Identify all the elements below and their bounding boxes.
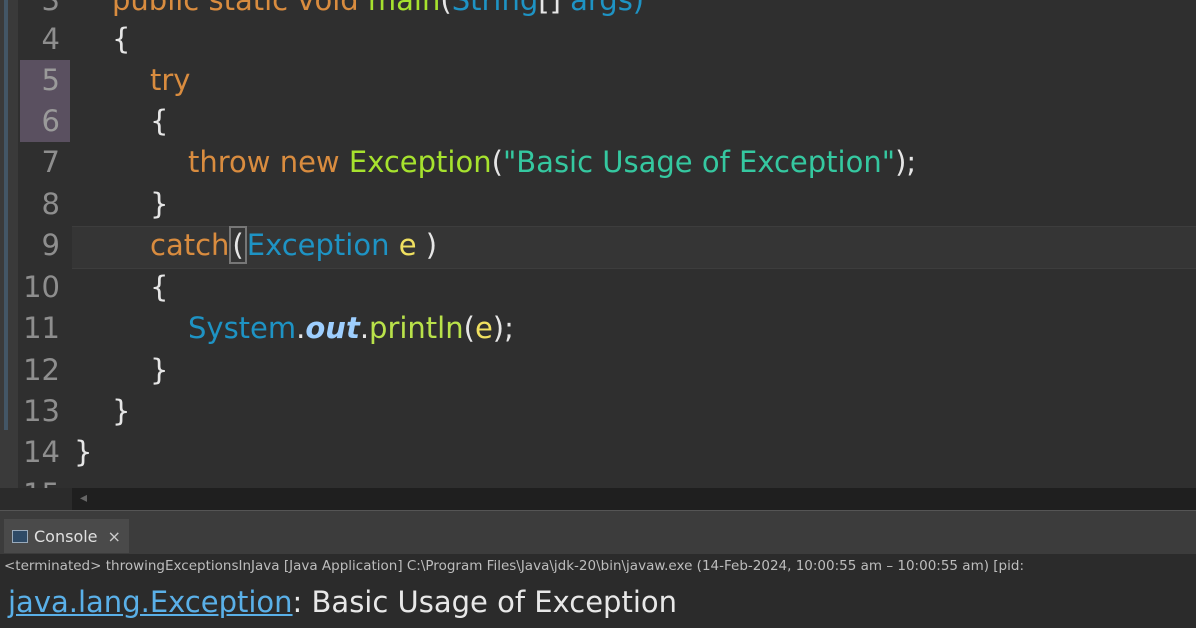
line-number: 6 bbox=[20, 101, 70, 142]
code-line-14[interactable]: } bbox=[74, 432, 92, 473]
line-number: 13 bbox=[23, 394, 60, 428]
line-number: 8 bbox=[41, 187, 60, 221]
token: main bbox=[367, 0, 441, 17]
code-line-10[interactable]: { bbox=[150, 267, 168, 308]
console-tab-bar: Console × bbox=[0, 510, 1196, 555]
code-line-12[interactable]: } bbox=[150, 350, 168, 391]
text-cursor: ( bbox=[229, 226, 247, 264]
line-number-ruler: 3 4 5 6 7 8 9 10 11 12 13 14 15 bbox=[18, 0, 70, 488]
token: ); bbox=[895, 145, 917, 179]
editor-gutter bbox=[0, 0, 18, 488]
code-line-7[interactable]: throw new Exception("Basic Usage of Exce… bbox=[188, 142, 916, 183]
token: args) bbox=[560, 0, 645, 17]
line-number: 5 bbox=[20, 60, 70, 101]
token: Exception bbox=[246, 228, 390, 262]
code-line-6[interactable]: { bbox=[150, 101, 168, 142]
console-output: java.lang.Exception: Basic Usage of Exce… bbox=[0, 580, 1196, 628]
code-line-3[interactable]: public static void main(String[] args) bbox=[112, 0, 644, 21]
token: ( bbox=[440, 0, 452, 17]
console-status-line: <terminated> throwingExceptionsInJava [J… bbox=[0, 554, 1196, 578]
token: throw new bbox=[188, 145, 349, 179]
console-icon bbox=[12, 529, 28, 543]
change-marker bbox=[4, 0, 8, 430]
line-number: 15 bbox=[23, 474, 60, 488]
token: out bbox=[305, 311, 360, 345]
code-line-13[interactable]: } bbox=[112, 391, 130, 432]
horizontal-scrollbar[interactable]: ◂ bbox=[72, 488, 1196, 510]
token: System bbox=[188, 311, 297, 345]
line-number: 14 bbox=[23, 435, 60, 469]
code-line-4[interactable]: { bbox=[112, 19, 130, 60]
line-number: 11 bbox=[23, 311, 60, 345]
line-number: 10 bbox=[23, 270, 60, 304]
token: "Basic Usage of Exception" bbox=[502, 145, 896, 179]
code-editor[interactable]: 3 4 5 6 7 8 9 10 11 12 13 14 15 public s… bbox=[0, 0, 1196, 488]
token: . bbox=[296, 311, 306, 345]
line-number: 4 bbox=[41, 22, 60, 56]
token: ( bbox=[463, 311, 475, 345]
token: ) bbox=[416, 228, 438, 262]
token: ); bbox=[492, 311, 514, 345]
token: [] bbox=[538, 0, 561, 17]
line-number: 9 bbox=[41, 228, 60, 262]
exception-link[interactable]: java.lang.Exception bbox=[8, 585, 293, 619]
code-line-8[interactable]: } bbox=[150, 184, 168, 225]
token: . bbox=[359, 311, 370, 345]
line-number: 7 bbox=[41, 145, 60, 179]
token: println bbox=[369, 311, 464, 345]
tab-console-label: Console bbox=[34, 526, 98, 546]
token: public static void bbox=[112, 0, 368, 17]
exception-message: : Basic Usage of Exception bbox=[292, 585, 677, 619]
scroll-left-icon[interactable]: ◂ bbox=[80, 490, 87, 506]
token: e bbox=[474, 311, 493, 345]
token: catch bbox=[150, 228, 230, 262]
token: ( bbox=[491, 145, 503, 179]
line-number: 3 bbox=[41, 0, 60, 17]
code-line-5[interactable]: try bbox=[150, 60, 190, 101]
code-line-9[interactable]: catch(Exception e ) bbox=[150, 225, 437, 266]
tab-console[interactable]: Console × bbox=[4, 519, 129, 553]
line-number: 12 bbox=[23, 353, 60, 387]
close-icon[interactable]: × bbox=[108, 527, 121, 546]
token: Exception bbox=[348, 145, 492, 179]
token: String bbox=[451, 0, 539, 17]
code-line-11[interactable]: System.out.println(e); bbox=[188, 308, 514, 349]
token: e bbox=[389, 228, 417, 262]
